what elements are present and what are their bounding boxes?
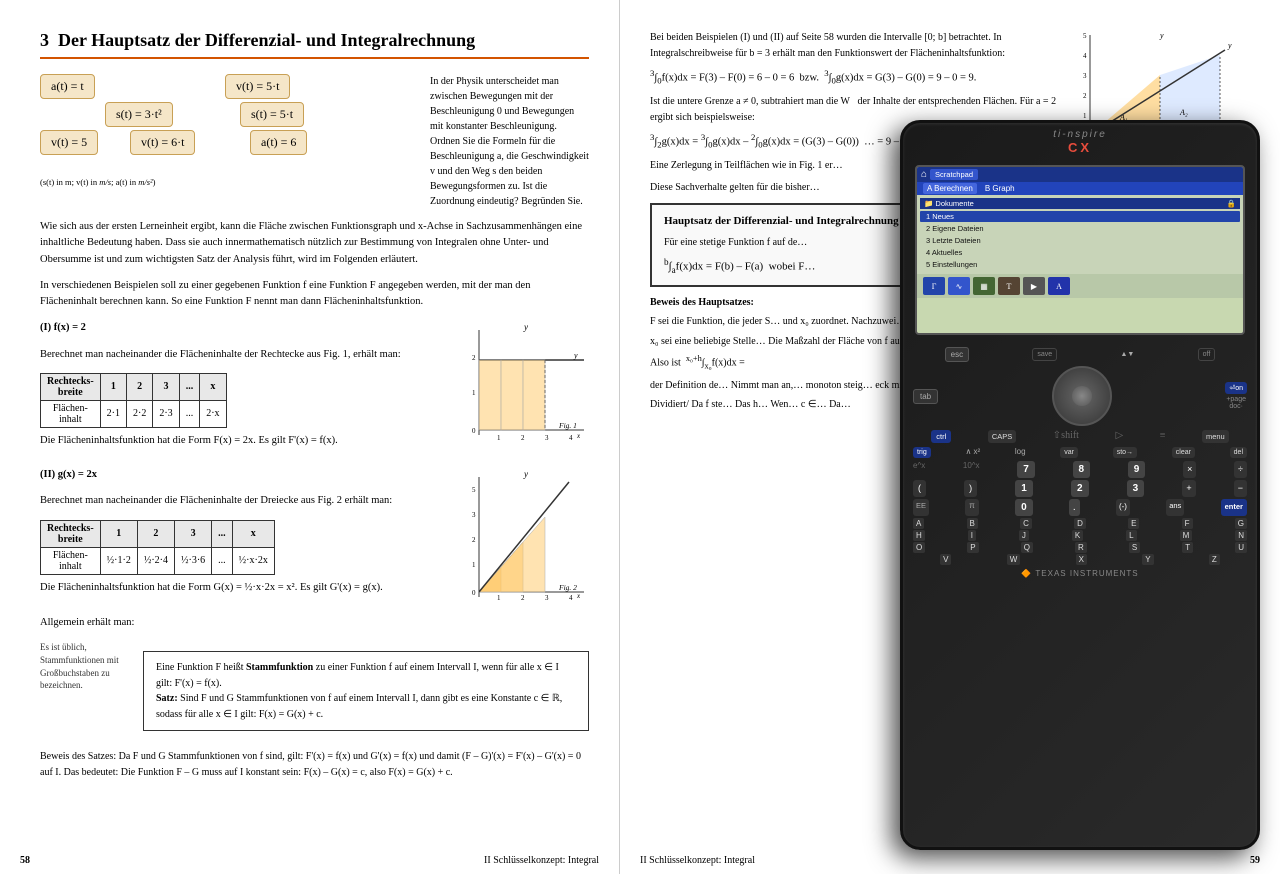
example2-result: Die Flächeninhaltsfunktion hat die Form … bbox=[40, 580, 461, 596]
svg-text:Fig. 1: Fig. 1 bbox=[1234, 132, 1250, 140]
book-spread: 3 Der Hauptsatz der Differenzial- und In… bbox=[0, 0, 1280, 874]
footer-text-right: II Schlüsselkonzept: Integral bbox=[640, 855, 755, 866]
svg-text:3: 3 bbox=[1160, 137, 1164, 145]
concept-box-st2: s(t) = 5·t bbox=[240, 102, 304, 127]
svg-text:2: 2 bbox=[521, 594, 525, 602]
right-column: y 0 1 2 3 4 5 1 2 3 x A₁ bbox=[1080, 30, 1260, 465]
right-intro: Bei beiden Beispielen (I) und (II) auf S… bbox=[650, 30, 1070, 61]
chapter-number: 3 bbox=[40, 30, 49, 50]
svg-text:3: 3 bbox=[472, 511, 476, 519]
svg-text:y: y bbox=[1227, 41, 1232, 50]
svg-text:Fig. 1: Fig. 1 bbox=[558, 421, 577, 430]
concept-box-vt3: v(t) = 6·t bbox=[130, 130, 195, 155]
page-number-left: 58 bbox=[20, 855, 30, 866]
svg-text:0: 0 bbox=[1083, 132, 1087, 140]
svg-text:2: 2 bbox=[472, 536, 476, 544]
example1-table: Rechtecks-breite 123...x Flächen-inhalt … bbox=[40, 373, 227, 428]
right-col-const: …eine Konstante bbox=[1080, 383, 1260, 397]
svg-text:Fig. 2: Fig. 2 bbox=[1229, 312, 1248, 321]
svg-text:1: 1 bbox=[472, 561, 476, 569]
example1-title: (I) f(x) = 2 bbox=[40, 320, 461, 336]
graph2-container: y 0 1 2 3 5 1 2 3 4 x bbox=[469, 467, 589, 607]
svg-text:A₂: A₂ bbox=[1179, 108, 1188, 117]
chapter-header: 3 Der Hauptsatz der Differenzial- und In… bbox=[40, 30, 589, 59]
concept-box-vt1: v(t) = 5·t bbox=[225, 74, 290, 99]
sidebar-note: Es ist üblich, Stammfunktionen mit Großb… bbox=[40, 641, 135, 741]
page-left: 3 Der Hauptsatz der Differenzial- und In… bbox=[0, 0, 620, 874]
footer-text-left: II Schlüsselkonzept: Integral bbox=[484, 855, 599, 866]
theorem-title: Hauptsatz der Differenzial- und Integral… bbox=[664, 213, 1056, 230]
svg-text:3: 3 bbox=[1083, 72, 1087, 80]
svg-text:0: 0 bbox=[472, 427, 476, 435]
example1-text: Berechnet man nacheinander die Flächenin… bbox=[40, 347, 461, 363]
page-number-right: 59 bbox=[1250, 855, 1260, 866]
svg-text:1: 1 bbox=[1100, 137, 1104, 145]
graph1-container: y 0 1 2 1 2 3 4 x bbox=[469, 320, 589, 459]
theorem-box: Hauptsatz der Differenzial- und Integral… bbox=[650, 203, 1070, 287]
general-text: Allgemein erhält man: bbox=[40, 615, 589, 631]
example2-title: (II) g(x) = 2x bbox=[40, 467, 461, 483]
page-footer-right: II Schlüsselkonzept: Integral 59 bbox=[620, 855, 1280, 866]
concept-box-at: a(t) = t bbox=[40, 74, 95, 99]
example2-table: Rechtecks-breite 123...x Flächen-inhalt … bbox=[40, 520, 275, 575]
also-ist: Also ist x₀+h∫x₀f(x)dx = bbox=[650, 353, 1070, 373]
right-formula2: 3∫2g(x)dx = 3∫0g(x)dx – 2∫0g(x)dx = (G(3… bbox=[650, 131, 1070, 152]
svg-text:x: x bbox=[576, 592, 581, 600]
right-formula1: 3∫0f(x)dx = F(3) – F(0) = 6 – 0 = 6 bzw.… bbox=[650, 67, 1070, 88]
svg-text:0: 0 bbox=[472, 589, 476, 597]
svg-text:y: y bbox=[523, 469, 528, 479]
svg-text:y: y bbox=[523, 322, 528, 332]
page-footer-left: 58 II Schlüsselkonzept: Integral bbox=[0, 855, 619, 866]
body-para-1: Wie sich aus der ersten Lerneinheit ergi… bbox=[40, 219, 589, 268]
proof-p3: der Definition de… Nimmt man an,… monoto… bbox=[650, 378, 1070, 394]
svg-text:5: 5 bbox=[1083, 32, 1087, 40]
right-col-schreibweise: Schreibweise: bbox=[1080, 450, 1260, 464]
svg-text:y: y bbox=[1159, 31, 1164, 40]
svg-text:2: 2 bbox=[521, 434, 525, 442]
chapter-title: Der Hauptsatz der Differenzial- und Inte… bbox=[58, 30, 475, 50]
svg-text:3: 3 bbox=[545, 594, 549, 602]
page-right: Bei beiden Beispielen (I) und (II) auf S… bbox=[620, 0, 1280, 874]
svg-text:1: 1 bbox=[497, 434, 501, 442]
concept-box-at2: a(t) = 6 bbox=[250, 130, 307, 155]
concept-box-vt2: v(t) = 5 bbox=[40, 130, 98, 155]
right-col-text2: Die weiteren Schritte lassen sich auf ei… bbox=[1080, 217, 1260, 246]
right-text2: Ist die untere Grenze a ≠ 0, subtrahiert… bbox=[650, 94, 1070, 125]
svg-text:1: 1 bbox=[497, 594, 501, 602]
units-caption: (s(t) in m; v(t) in m/s; a(t) in m/s²) bbox=[40, 177, 155, 187]
proof-p4: Dividiert/ Da f ste… Das h… Wen… c ∈… Da… bbox=[650, 397, 1070, 413]
proof-text: Beweis des Satzes: Da F und G Stammfunkt… bbox=[40, 749, 589, 780]
svg-text:4: 4 bbox=[569, 594, 573, 602]
svg-text:x: x bbox=[576, 432, 581, 440]
svg-text:y: y bbox=[573, 351, 578, 360]
example2-text: Berechnet man nacheinander die Flächenin… bbox=[40, 493, 461, 509]
svg-text:4: 4 bbox=[569, 434, 573, 442]
proof-title: Beweis des Hauptsatzes: bbox=[650, 295, 1070, 311]
svg-text:3: 3 bbox=[545, 434, 549, 442]
proof-p1: F sei die Funktion, die jeder S… und x₀ … bbox=[650, 314, 1070, 330]
svg-text:1: 1 bbox=[1083, 112, 1087, 120]
svg-text:4: 4 bbox=[1083, 52, 1087, 60]
svg-text:2: 2 bbox=[472, 354, 476, 362]
right-text3: Eine Zerlegung in Teilflächen wie in Fig… bbox=[650, 158, 1070, 174]
example1-result: Die Flächeninhaltsfunktion hat die Form … bbox=[40, 433, 461, 449]
svg-text:Fig. 2: Fig. 2 bbox=[558, 583, 577, 592]
svg-text:2: 2 bbox=[1130, 137, 1134, 145]
svg-text:2: 2 bbox=[1083, 92, 1087, 100]
proof-p2: x₀ sei eine beliebige Stelle… Die Maßzah… bbox=[650, 334, 1070, 350]
right-col-text1: …ch ausgedrückt …le Funktion f ste- …ein… bbox=[1080, 155, 1260, 212]
right-col-falls: Falls f auf einem Intervall monoton fall… bbox=[1080, 336, 1260, 379]
svg-text:0: 0 bbox=[1083, 318, 1087, 326]
svg-text:5: 5 bbox=[472, 486, 476, 494]
highlight-box: Eine Funktion F heißt Stammfunktion zu e… bbox=[143, 651, 589, 731]
side-instruction: In der Physik unterscheidet man zwischen… bbox=[430, 74, 589, 209]
right-text4: Diese Sachverhalte gelten für die bisher… bbox=[650, 180, 1070, 196]
concept-box-st1: s(t) = 3·t² bbox=[105, 102, 173, 127]
svg-text:1: 1 bbox=[472, 389, 476, 397]
body-para-2: In verschiedenen Beispielen soll zu eine… bbox=[40, 278, 589, 311]
right-col-conclusion: …m', damit F'(x) = f(x). …wird zunächst … bbox=[1080, 403, 1260, 446]
